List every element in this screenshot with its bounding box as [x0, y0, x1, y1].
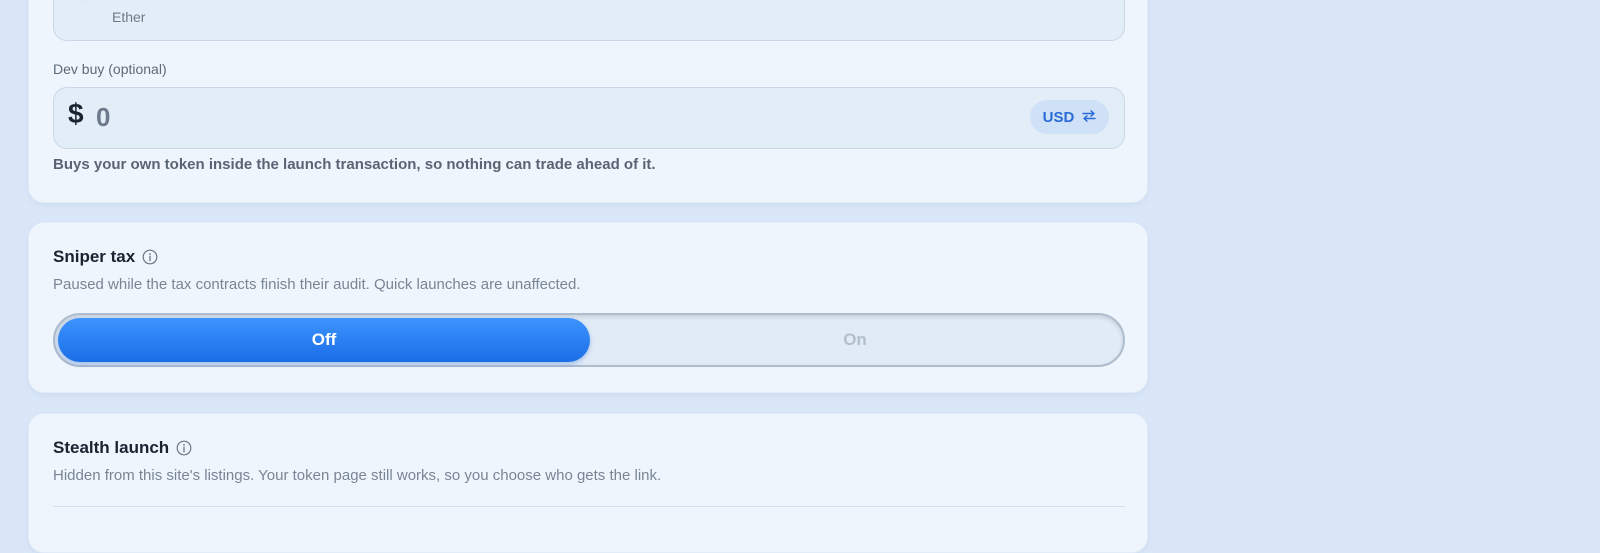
sniper-tax-title: Sniper tax: [53, 247, 136, 266]
info-icon[interactable]: [176, 440, 192, 456]
sniper-tax-card: Sniper tax Paused while the tax contract…: [28, 222, 1148, 393]
sniper-tax-toggle[interactable]: Off On: [53, 313, 1125, 367]
currency-unit-toggle[interactable]: USD: [1030, 100, 1109, 134]
currency-select[interactable]: Ether: [53, 0, 1125, 41]
currency-unit-label: USD: [1042, 108, 1075, 126]
dev-buy-label: Dev buy (optional): [53, 61, 167, 77]
stealth-launch-description: Hidden from this site's listings. Your t…: [53, 467, 662, 484]
sniper-tax-description: Paused while the tax contracts finish th…: [53, 276, 581, 293]
currency-select-subtitle: Ether: [112, 9, 146, 25]
divider: [53, 506, 1125, 507]
stealth-launch-heading: Stealth launch: [53, 438, 192, 458]
currency-symbol: $: [68, 98, 84, 129]
dev-buy-input[interactable]: [94, 98, 978, 136]
dev-buy-field[interactable]: $ USD: [53, 87, 1125, 149]
stealth-launch-title: Stealth launch: [53, 438, 170, 457]
dev-buy-helper-text: Buys your own token inside the launch tr…: [53, 156, 656, 173]
sniper-tax-heading: Sniper tax: [53, 247, 158, 267]
sniper-tax-on-option[interactable]: On: [590, 318, 1120, 362]
launch-options-card: Ether Dev buy (optional) $ USD Buys your…: [28, 0, 1148, 203]
info-icon[interactable]: [142, 249, 158, 265]
stealth-launch-card: Stealth launch Hidden from this site's l…: [28, 413, 1148, 553]
swap-arrows-icon: [1082, 109, 1097, 126]
sniper-tax-off-option[interactable]: Off: [58, 318, 590, 362]
